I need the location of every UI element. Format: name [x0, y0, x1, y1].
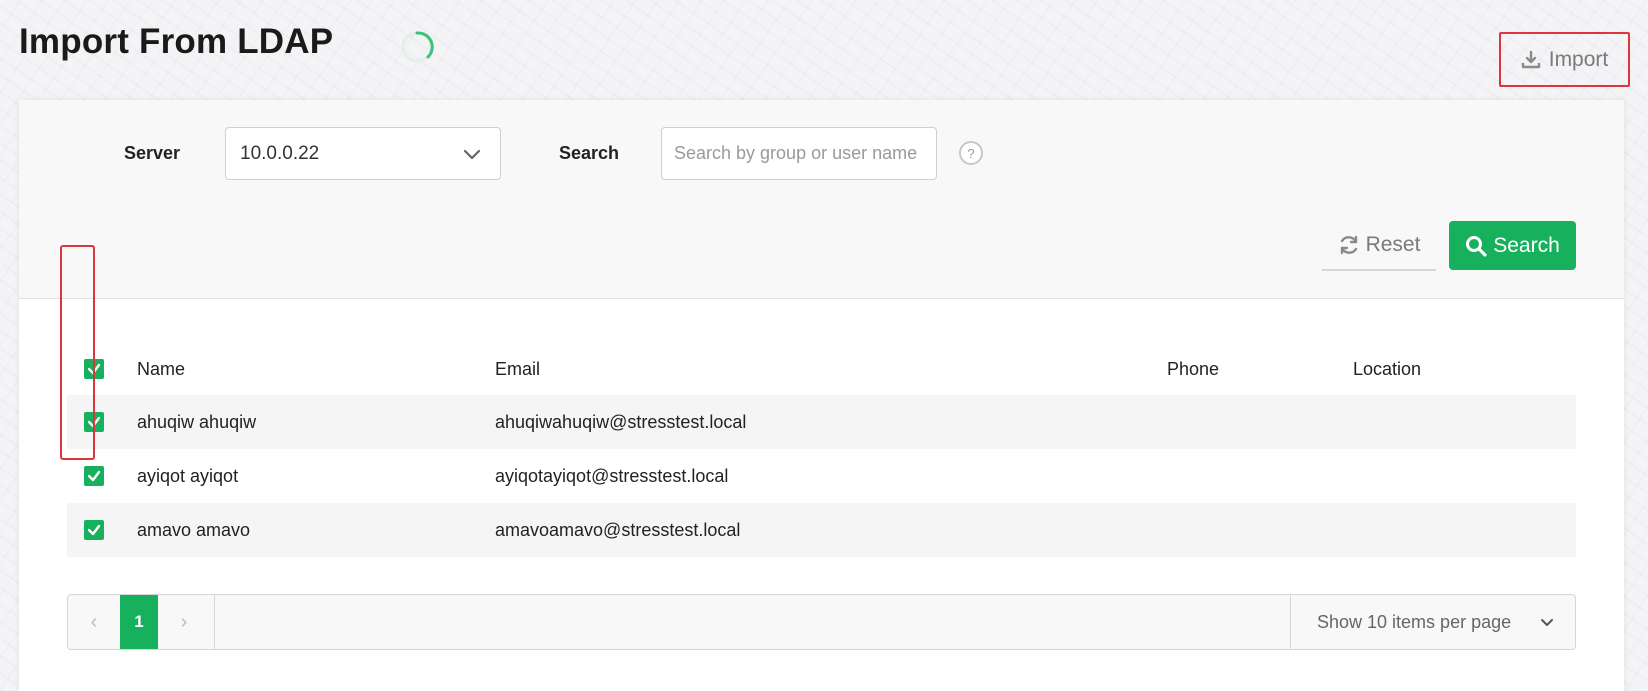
table-row[interactable]: amavo amavo amavoamavo@stresstest.local: [67, 503, 1576, 557]
page-title: Import From LDAP: [19, 22, 334, 61]
search-button[interactable]: Search: [1449, 221, 1576, 270]
column-header-name[interactable]: Name: [137, 359, 185, 380]
row-email: ayiqotayiqot@stresstest.local: [495, 465, 729, 486]
import-panel: Server 10.0.0.22 Search ? Reset: [19, 100, 1624, 691]
reset-button[interactable]: Reset: [1322, 221, 1436, 271]
row-checkbox[interactable]: [84, 412, 104, 432]
pagination-divider: [214, 595, 215, 649]
server-select[interactable]: 10.0.0.22: [225, 127, 501, 180]
column-header-email[interactable]: Email: [495, 359, 540, 380]
select-all-checkbox[interactable]: [84, 359, 104, 379]
refresh-icon: [1340, 235, 1357, 255]
row-checkbox[interactable]: [84, 520, 104, 540]
filter-area: Server 10.0.0.22 Search ? Reset: [19, 100, 1624, 299]
table-row[interactable]: ayiqot ayiqot ayiqotayiqot@stresstest.lo…: [67, 449, 1576, 503]
users-table: Name Email Phone Location ahuqiw ahuqiw …: [67, 343, 1576, 557]
chevron-left-icon: ‹: [90, 610, 98, 633]
row-name: ahuqiw ahuqiw: [137, 411, 257, 432]
checkmark-icon: [87, 416, 101, 428]
column-header-phone[interactable]: Phone: [1167, 359, 1219, 380]
search-button-label: Search: [1493, 233, 1560, 257]
prev-page-button[interactable]: ‹: [68, 595, 120, 649]
checkmark-icon: [87, 363, 101, 375]
chevron-right-icon: ›: [180, 610, 188, 633]
help-icon[interactable]: ?: [959, 141, 983, 165]
table-header-row: Name Email Phone Location: [67, 343, 1576, 395]
checkmark-icon: [87, 524, 101, 536]
row-email: ahuqiwahuqiw@stresstest.local: [495, 411, 747, 432]
search-icon: [1466, 235, 1487, 257]
next-page-button[interactable]: ›: [158, 595, 210, 649]
reset-button-label: Reset: [1365, 233, 1421, 256]
row-name: ayiqot ayiqot: [137, 465, 239, 486]
row-checkbox[interactable]: [84, 466, 104, 486]
pagination: ‹ 1 › Show 10 items per page: [67, 594, 1576, 650]
items-per-page-label: Show 10 items per page: [1317, 611, 1512, 632]
search-label: Search: [559, 143, 620, 163]
import-button[interactable]: Import: [1499, 32, 1630, 87]
column-header-location[interactable]: Location: [1353, 359, 1421, 380]
items-per-page-select[interactable]: Show 10 items per page: [1290, 595, 1575, 649]
server-select-value: 10.0.0.22: [240, 142, 320, 164]
table-row[interactable]: ahuqiw ahuqiw ahuqiwahuqiw@stresstest.lo…: [67, 395, 1576, 449]
loading-spinner-icon: [401, 31, 434, 63]
chevron-down-icon: [1541, 619, 1553, 626]
help-icon-symbol: ?: [967, 145, 975, 161]
row-email: amavoamavo@stresstest.local: [495, 519, 741, 540]
page-button-current[interactable]: 1: [120, 595, 158, 649]
row-name: amavo amavo: [137, 519, 251, 540]
server-label: Server: [124, 143, 181, 163]
import-button-label: Import: [1548, 47, 1609, 71]
checkmark-icon: [87, 470, 101, 482]
download-icon: [1521, 50, 1540, 68]
chevron-down-icon: [463, 149, 481, 160]
search-input[interactable]: [661, 127, 937, 180]
